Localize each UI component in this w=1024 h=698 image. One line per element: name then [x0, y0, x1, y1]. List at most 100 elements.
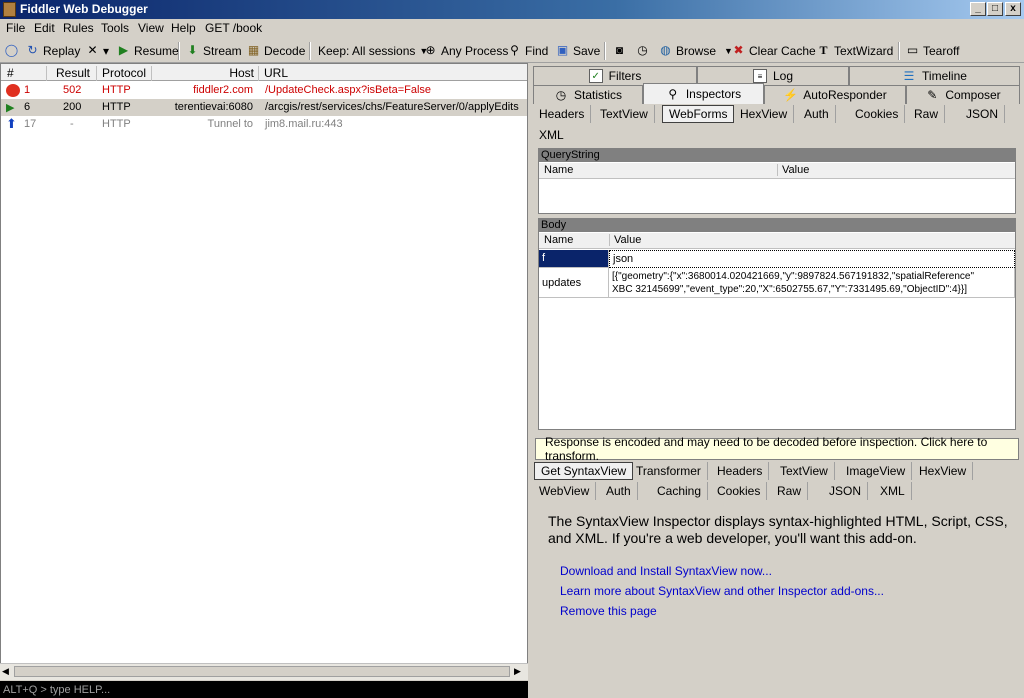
horizontal-scrollbar[interactable]: ◀ ▶ [0, 663, 528, 680]
response-tab-raw[interactable]: Raw [771, 482, 809, 500]
scroll-left-icon[interactable]: ◀ [2, 666, 9, 677]
minimize-button[interactable]: _ [970, 2, 986, 16]
response-tab-xml[interactable]: XML [874, 482, 912, 500]
tab-autoresponder-label: AutoResponder [803, 88, 887, 102]
session-row[interactable]: ⬆ 17 - HTTP Tunnel to jim8.mail.ru:443 [1, 116, 527, 133]
tab-autoresponder[interactable]: ⚡ AutoResponder [764, 85, 906, 104]
tunnel-up-arrow-icon: ⬆ [6, 116, 17, 131]
response-tab-cookies[interactable]: Cookies [711, 482, 768, 500]
save-button[interactable]: ▣ Save [555, 42, 601, 59]
menu-edit[interactable]: Edit [34, 21, 55, 35]
response-tab-textview[interactable]: TextView [774, 462, 835, 480]
play-icon: ▶ [118, 43, 129, 57]
column-header-protocol[interactable]: Protocol [97, 66, 152, 81]
request-tab-raw[interactable]: Raw [908, 105, 946, 123]
resume-button[interactable]: ▶ Resume [116, 42, 179, 59]
keep-sessions-dropdown[interactable]: Keep: All sessions ▼ [318, 42, 428, 59]
menu-file[interactable]: File [6, 21, 25, 35]
updates-value-line: XBC 32145699","event_type":20,"X":650275… [612, 284, 967, 295]
response-tab-imageview[interactable]: ImageView [840, 462, 913, 480]
download-syntaxview-link[interactable]: Download and Install SyntaxView now... [560, 564, 772, 578]
clear-cache-button[interactable]: ✖ Clear Cache [731, 42, 815, 59]
comment-button[interactable]: ◯ [4, 42, 22, 59]
request-tab-headers[interactable]: Headers [533, 105, 592, 123]
request-tab-cookies[interactable]: Cookies [849, 105, 906, 123]
tab-statistics[interactable]: ◷ Statistics [533, 85, 643, 104]
response-tab-caching[interactable]: Caching [651, 482, 709, 500]
maximize-button[interactable]: □ [987, 2, 1003, 16]
response-tab-hexview[interactable]: HexView [913, 462, 974, 480]
request-tab-json[interactable]: JSON [960, 105, 1006, 123]
tab-composer-label: Composer [945, 88, 1001, 102]
menu-rules[interactable]: Rules [63, 21, 94, 35]
remove-button[interactable]: ✕ ▾ [85, 42, 109, 59]
timeline-bars-icon: ☰ [903, 69, 915, 83]
toolbar-separator [178, 42, 180, 60]
tearoff-button[interactable]: ▭ Tearoff [905, 42, 960, 59]
tab-timeline[interactable]: ☰ Timeline [849, 66, 1020, 85]
close-button[interactable]: x [1005, 2, 1021, 16]
column-header-id[interactable]: # [1, 66, 47, 81]
textwizard-button[interactable]: T TextWizard [816, 42, 893, 59]
tab-log-label: Log [772, 69, 794, 83]
decode-grid-icon: ▦ [247, 43, 260, 57]
any-process-button[interactable]: ⊕ Any Process [423, 42, 508, 59]
globe-icon: ◍ [660, 43, 671, 57]
timer-button[interactable]: ◷ [635, 42, 653, 59]
querystring-grid[interactable]: QueryString Name Value [538, 148, 1016, 214]
session-row[interactable]: ▶ 6 200 HTTP terentievai:6080 /arcgis/re… [1, 99, 527, 116]
sessions-list[interactable]: # Result Protocol Host URL 1 502 HTTP fi… [0, 63, 528, 680]
body-row-name[interactable]: updates [539, 268, 609, 298]
decode-warning-bar[interactable]: Response is encoded and may need to be d… [535, 435, 1019, 463]
session-host: terentievai:6080 [174, 101, 253, 113]
remove-page-link[interactable]: Remove this page [560, 604, 657, 618]
response-tab-auth[interactable]: Auth [600, 482, 638, 500]
scroll-right-icon[interactable]: ▶ [514, 666, 521, 677]
body-row-value[interactable]: json [609, 250, 1015, 268]
menu-view[interactable]: View [138, 21, 164, 35]
request-tab-xml[interactable]: XML [533, 126, 570, 144]
body-row-value[interactable]: [{"geometry":{"x":3680014.020421669,"y":… [609, 268, 1015, 298]
response-tab-transformer[interactable]: Transformer [630, 462, 708, 480]
session-result: 200 [63, 101, 82, 113]
stream-button[interactable]: ⬇ Stream [185, 42, 241, 59]
save-label: Save [573, 43, 601, 58]
tearoff-label: Tearoff [923, 43, 960, 58]
session-row[interactable]: 1 502 HTTP fiddler2.com /UpdateCheck.asp… [1, 82, 527, 99]
pane-splitter[interactable] [528, 63, 532, 698]
response-arrow-icon: ▶ [6, 102, 15, 114]
body-row-name[interactable]: f [539, 250, 609, 268]
tab-inspectors[interactable]: ⚲ Inspectors [643, 83, 764, 104]
response-tab-webview[interactable]: WebView [533, 482, 597, 500]
save-icon: ▣ [556, 43, 569, 57]
session-url: jim8.mail.ru:443 [265, 118, 343, 130]
column-header-host[interactable]: Host [152, 66, 259, 81]
response-tab-json[interactable]: JSON [823, 482, 869, 500]
screenshot-button[interactable]: ◙ [612, 42, 630, 59]
tearoff-window-icon: ▭ [906, 43, 919, 57]
column-header-url[interactable]: URL [259, 66, 527, 81]
quickexec-placeholder: ALT+Q > type HELP... [3, 684, 111, 696]
response-tab-syntaxview[interactable]: Get SyntaxView [534, 462, 634, 480]
body-grid[interactable]: Body Name Value f json updates [{"geomet… [538, 218, 1016, 430]
request-tab-hexview[interactable]: HexView [734, 105, 795, 123]
column-header-result[interactable]: Result [47, 66, 97, 81]
tab-composer[interactable]: ✎ Composer [906, 85, 1020, 104]
quickexec-box[interactable]: ALT+Q > type HELP... [0, 681, 528, 698]
replay-button[interactable]: ↻ Replay [25, 42, 80, 59]
decode-label: Decode [264, 43, 306, 58]
learn-more-addons-link[interactable]: Learn more about SyntaxView and other In… [560, 584, 884, 598]
decode-button[interactable]: ▦ Decode [246, 42, 306, 59]
composer-pencil-icon: ✎ [927, 88, 938, 102]
request-tab-auth[interactable]: Auth [798, 105, 836, 123]
response-tab-headers[interactable]: Headers [711, 462, 770, 480]
find-button[interactable]: ⚲ Find [507, 42, 548, 59]
request-tab-textview[interactable]: TextView [594, 105, 655, 123]
menu-get-book[interactable]: GET /book [205, 21, 262, 35]
request-tab-webforms[interactable]: WebForms [662, 105, 735, 123]
replay-label: Replay [43, 43, 81, 58]
browse-button[interactable]: ◍ Browse ▼ [658, 42, 733, 59]
menu-tools[interactable]: Tools [101, 21, 129, 35]
menu-help[interactable]: Help [171, 21, 196, 35]
scrollbar-thumb[interactable] [14, 666, 510, 677]
